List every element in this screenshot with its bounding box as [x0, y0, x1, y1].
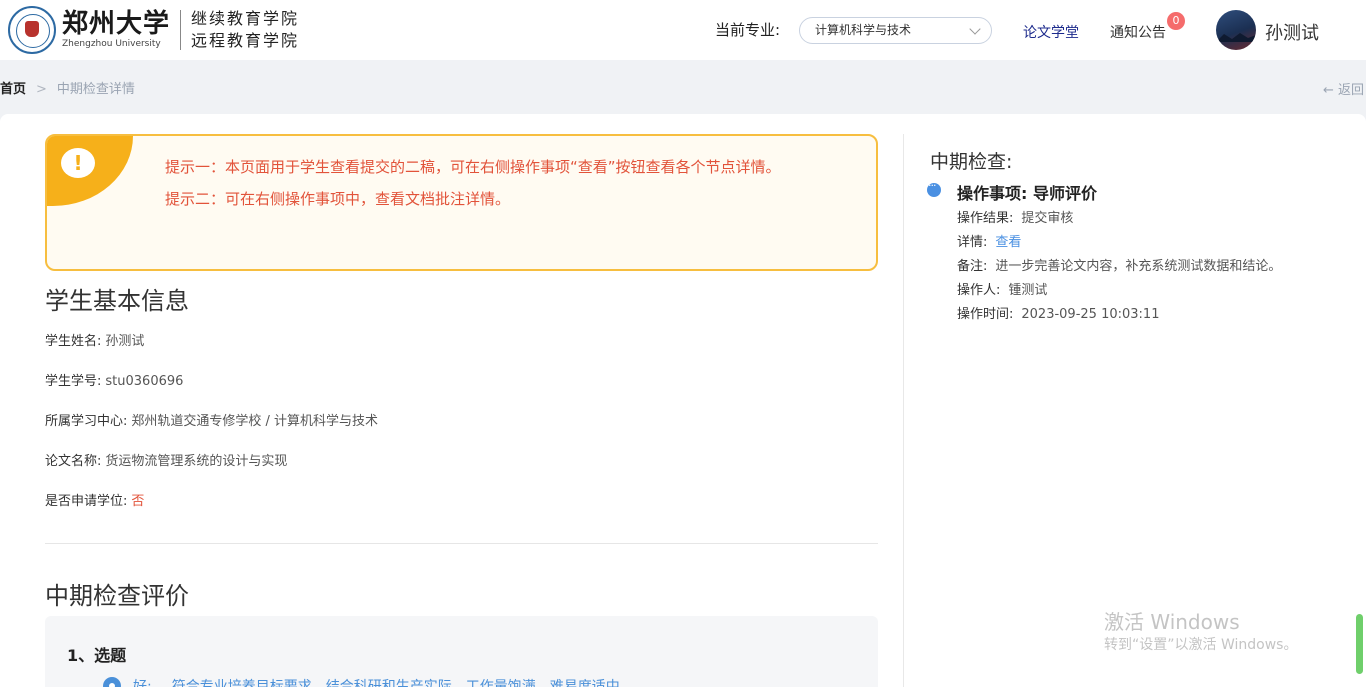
evaluation-title: 中期检查评价 [45, 582, 189, 610]
college-name: 继续教育学院 远程教育学院 [191, 8, 299, 52]
windows-watermark-title: 激活 Windows [1104, 610, 1240, 634]
college-line1: 继续教育学院 [191, 9, 300, 28]
major-select[interactable]: 计算机科学与技术 [799, 17, 992, 44]
info-value: 孙测试 [105, 334, 145, 349]
op-value: 2023-09-25 10:03:11 [1021, 307, 1160, 322]
op-value: 进一步完善论文内容，补充系统测试数据和结论。 [995, 259, 1282, 274]
evaluation-box: 1、选题 好: 符合专业培养目标要求，结合科研和生产实际，工作量饱满，难易度适中 [45, 616, 878, 687]
major-select-value: 计算机科学与技术 [815, 23, 912, 37]
nav-thesis-link[interactable]: 论文学堂 [1023, 22, 1079, 42]
info-value: 货运物流管理系统的设计与实现 [105, 454, 288, 469]
op-label: 操作时间: [957, 307, 1014, 322]
scrollbar-thumb[interactable] [1356, 614, 1363, 674]
operation-time-row: 操作时间: 2023-09-25 10:03:11 [957, 303, 1159, 322]
user-avatar[interactable] [1216, 10, 1256, 50]
operation-result-row: 操作结果: 提交审核 [957, 207, 1073, 226]
windows-watermark-subtitle: 转到“设置”以激活 Windows。 [1104, 637, 1298, 653]
tip-box: ! 提示一：本页面用于学生查看提交的二稿，可在右侧操作事项“查看”按钮查看各个节… [45, 134, 878, 271]
college-line2: 远程教育学院 [191, 31, 300, 50]
top-header: 郑州大学 Zhengzhou University 继续教育学院 远程教育学院 … [0, 0, 1366, 60]
evaluation-question: 1、选题 [67, 646, 127, 665]
chevron-down-icon [969, 23, 981, 35]
university-logo[interactable]: 郑州大学 Zhengzhou University 继续教育学院 远程教育学院 [8, 6, 299, 54]
tip-line-1: 提示一：本页面用于学生查看提交的二稿，可在右侧操作事项“查看”按钮查看各个节点详… [165, 158, 781, 176]
op-label: 操作结果: [957, 211, 1014, 226]
logo-divider [180, 10, 182, 50]
university-name-en: Zhengzhou University [62, 39, 161, 49]
info-value-degree: 否 [131, 494, 145, 509]
breadcrumb-current: 中期检查详情 [56, 82, 135, 97]
tip-corner: ! [47, 136, 133, 206]
column-divider [903, 134, 904, 687]
university-name-cn: 郑州大学 [62, 9, 171, 39]
op-value: 锺测试 [1008, 283, 1048, 298]
info-row-center: 所属学习中心: 郑州轨道交通专修学校 / 计算机科学与技术 [45, 410, 378, 429]
info-value: stu0360696 [105, 374, 184, 389]
radio-selected-icon [103, 677, 121, 687]
nav-notice-link[interactable]: 通知公告 [1110, 22, 1166, 42]
breadcrumb-separator: > [36, 82, 47, 97]
operation-item-value: 导师评价 [1032, 184, 1097, 203]
evaluation-option-text: 符合专业培养目标要求，结合科研和生产实际，工作量饱满，难易度适中 [171, 679, 620, 687]
breadcrumb-home[interactable]: 首页 [0, 82, 26, 97]
operation-operator-row: 操作人: 锺测试 [957, 279, 1047, 298]
info-label: 论文名称: [45, 454, 102, 469]
exclamation-icon: ! [61, 148, 95, 178]
info-row-degree: 是否申请学位: 否 [45, 490, 144, 509]
evaluation-option-label: 好: [133, 679, 152, 687]
op-value: 提交审核 [1021, 211, 1074, 226]
info-label: 所属学习中心: [45, 414, 128, 429]
info-row-name: 学生姓名: 孙测试 [45, 330, 144, 349]
timeline-dot-icon [927, 179, 941, 197]
view-detail-link[interactable]: 查看 [995, 235, 1021, 250]
info-label: 学生学号: [45, 374, 102, 389]
university-seal-icon [8, 6, 56, 54]
university-name: 郑州大学 Zhengzhou University [62, 10, 170, 50]
evaluation-option: 好: 符合专业培养目标要求，结合科研和生产实际，工作量饱满，难易度适中 [103, 676, 620, 687]
op-label: 详情: [957, 235, 988, 250]
breadcrumb: 首页 > 中期检查详情 [0, 78, 135, 97]
major-label: 当前专业: [715, 21, 781, 39]
info-label: 是否申请学位: [45, 494, 128, 509]
midterm-check-title: 中期检查: [930, 151, 1013, 173]
operation-detail-row: 详情: 查看 [957, 231, 1021, 250]
operation-item-label: 操作事项: [957, 184, 1028, 203]
info-value: 郑州轨道交通专修学校 / 计算机科学与技术 [131, 414, 379, 429]
operation-remark-row: 备注: 进一步完善论文内容，补充系统测试数据和结论。 [957, 255, 1281, 274]
op-label: 备注: [957, 259, 988, 274]
info-row-student-id: 学生学号: stu0360696 [45, 370, 183, 389]
tip-line-2: 提示二：可在右侧操作事项中，查看文档批注详情。 [165, 190, 511, 208]
user-name[interactable]: 孙测试 [1265, 19, 1319, 45]
notice-count-badge: 0 [1167, 12, 1185, 30]
back-button[interactable]: ← 返回 [1323, 79, 1364, 98]
section-divider [45, 543, 878, 544]
op-label: 操作人: [957, 283, 1001, 298]
info-label: 学生姓名: [45, 334, 102, 349]
info-row-thesis: 论文名称: 货运物流管理系统的设计与实现 [45, 450, 287, 469]
basic-info-title: 学生基本信息 [45, 287, 189, 315]
operation-item-heading: 操作事项: 导师评价 [957, 180, 1097, 204]
